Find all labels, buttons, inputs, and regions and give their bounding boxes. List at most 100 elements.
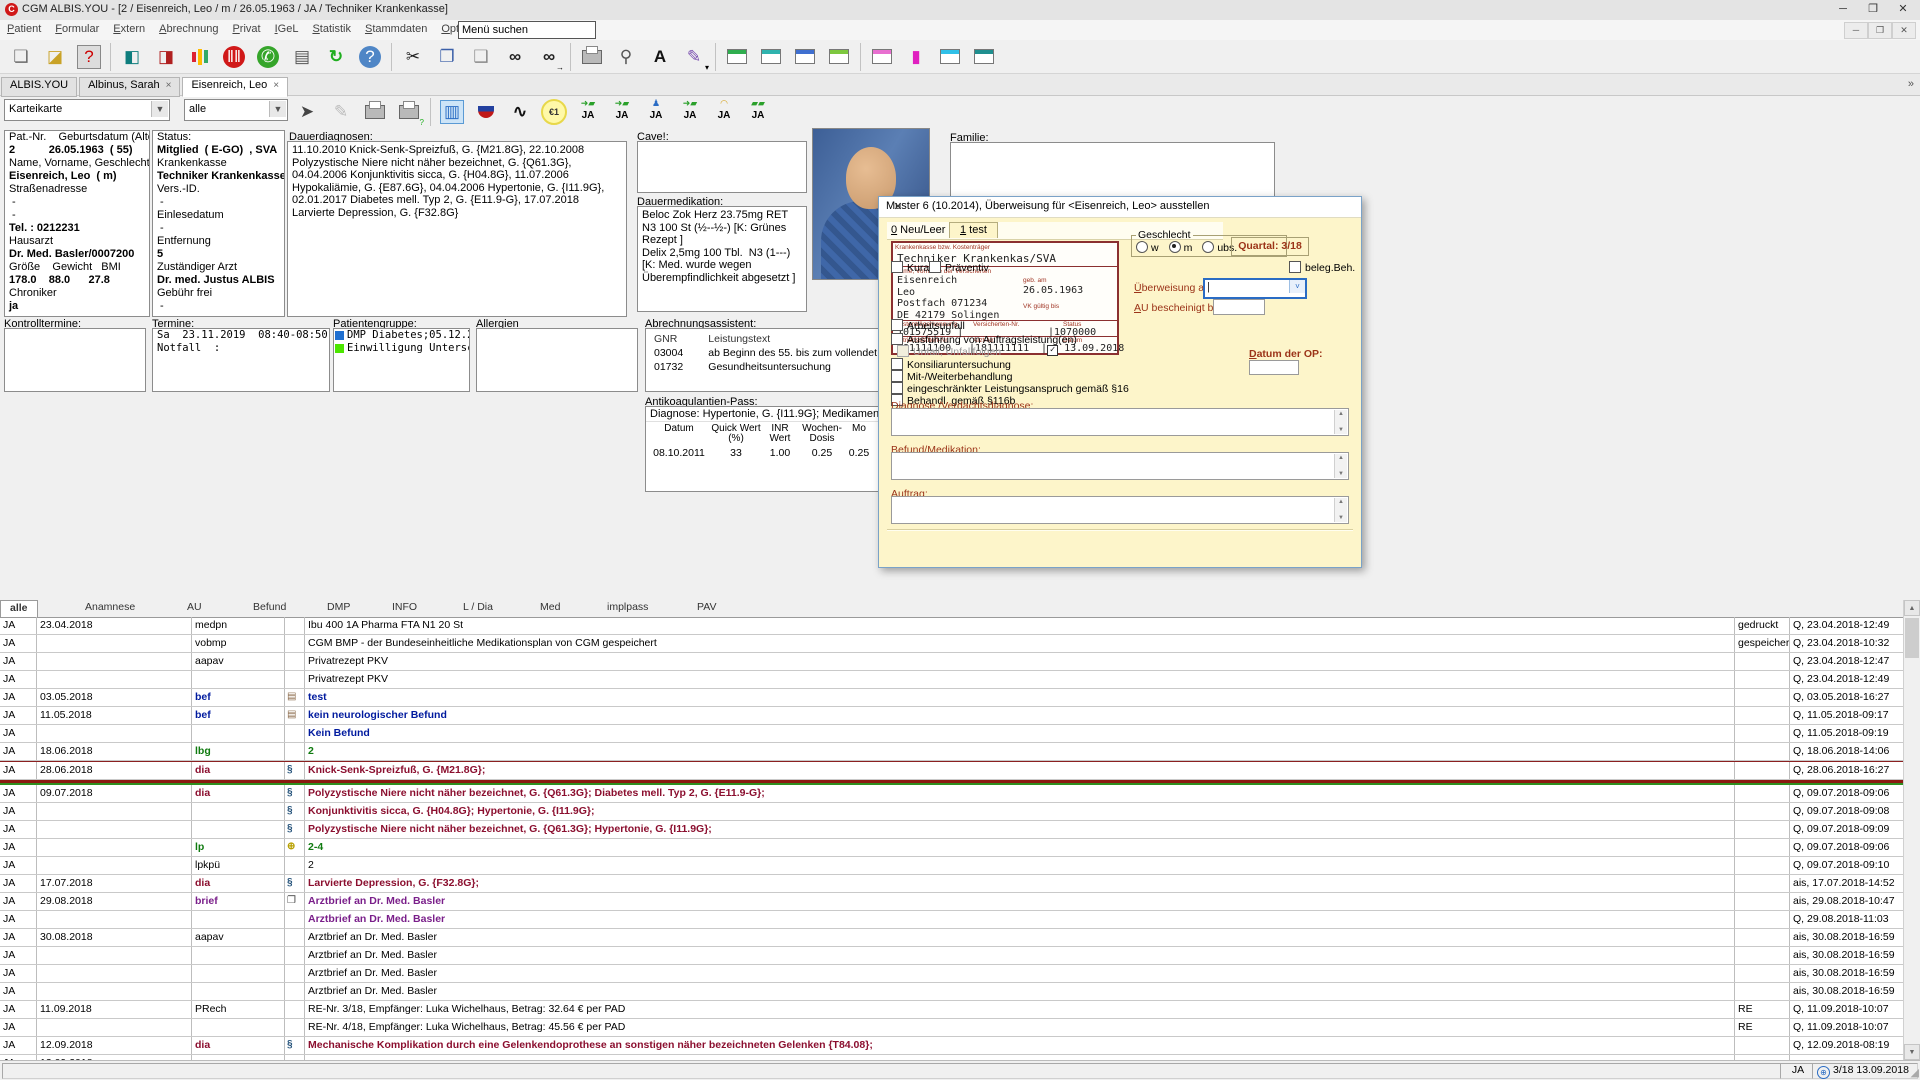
filter-tab-alle[interactable]: alle xyxy=(0,600,38,617)
resize-grip[interactable]: ◢ xyxy=(1911,1066,1919,1079)
menu-item-extern[interactable]: Extern xyxy=(106,20,152,38)
menu-item-privat[interactable]: Privat xyxy=(225,20,267,38)
karteikarte-icon[interactable]: ▥ xyxy=(437,97,467,127)
minimize-button[interactable]: ─ xyxy=(1828,0,1858,19)
find-next-icon[interactable]: ∞→ xyxy=(534,42,564,72)
journal-row[interactable]: JA§Konjunktivitis sicca, G. {H04.8G}; Hy… xyxy=(0,803,1903,821)
patient-tab-1[interactable]: Albinus, Sarah× xyxy=(79,77,180,97)
journal-row[interactable]: JAArztbrief an Dr. Med. Baslerais, 30.08… xyxy=(0,965,1903,983)
table-cyan-icon[interactable] xyxy=(756,42,786,72)
patientengruppe-box[interactable]: DMP Diabetes;05.12.201Einwilligung Unter… xyxy=(333,328,470,392)
datum-op-input[interactable] xyxy=(1249,360,1299,375)
datum-checkbox[interactable]: ✓ xyxy=(1047,345,1058,356)
journal-row[interactable]: JA11.09.2018PRechRE-Nr. 3/18, Empfänger:… xyxy=(0,1001,1903,1019)
menu-item-igel[interactable]: IGeL xyxy=(268,20,306,38)
cut-icon[interactable]: ✂ xyxy=(398,42,428,72)
journal-row[interactable]: JA30.08.2018aapavArztbrief an Dr. Med. B… xyxy=(0,929,1903,947)
dauerdiagnosen-box[interactable]: 11.10.2010 Knick-Senk-Spreizfuß, G. {M21… xyxy=(287,141,627,317)
allergien-box[interactable] xyxy=(476,328,638,392)
table-cyan2-icon[interactable] xyxy=(935,42,965,72)
table-green-icon[interactable] xyxy=(722,42,752,72)
abr-row[interactable]: 01732Gesundheitsuntersuchung xyxy=(646,360,881,374)
patient-book-icon[interactable]: ◧ xyxy=(117,42,147,72)
antiko-row[interactable]: 08.10.2011331.000.250.25 xyxy=(648,447,879,459)
child-minimize-button[interactable]: ─ xyxy=(1844,22,1868,39)
ja-button-2[interactable]: ➜▰JA xyxy=(607,97,637,127)
spinner-icons[interactable]: ▲▼ xyxy=(1334,410,1347,434)
abrechnungsassistent-box[interactable]: GNRLeistungstext03004ab Beginn des 55. b… xyxy=(645,328,882,392)
dialog-tab-neu[interactable]: 0 Neu/Leer xyxy=(891,224,945,236)
cave-box[interactable] xyxy=(637,141,807,193)
scrollbar-thumb[interactable] xyxy=(1905,618,1919,658)
dauermedikation-box[interactable]: Beloc Zok Herz 23.75mg RET N3 100 St (½-… xyxy=(637,206,807,312)
edit-icon[interactable]: ✎ xyxy=(326,97,356,127)
grid-magenta-icon[interactable]: ▮ xyxy=(901,42,931,72)
bar-chart-icon[interactable] xyxy=(185,42,215,72)
medication-book-icon[interactable]: ◨ xyxy=(151,42,181,72)
patient-tab-2[interactable]: Eisenreich, Leo× xyxy=(182,77,288,97)
font-icon[interactable]: A xyxy=(645,42,675,72)
checkbox-eingeschrnkterleistungsanspr[interactable]: eingeschränkter Leistungsanspruch gemäß … xyxy=(891,382,1129,395)
journal-scrollbar[interactable]: ▲ ▼ xyxy=(1903,600,1920,1060)
paste-icon[interactable]: ❑ xyxy=(466,42,496,72)
au-bescheinigt-input[interactable] xyxy=(1213,299,1265,315)
child-close-button[interactable]: ✕ xyxy=(1892,22,1916,39)
ja-button-6[interactable]: ▰▰JA xyxy=(743,97,773,127)
refresh-icon[interactable]: ↻ xyxy=(321,42,351,72)
termin-line[interactable]: Notfall : xyxy=(153,342,329,355)
chevron-down-icon[interactable]: ˅ xyxy=(1289,280,1305,293)
filter-tab-dmp[interactable]: DMP xyxy=(327,601,350,613)
print-icon[interactable] xyxy=(577,42,607,72)
tab-close-icon[interactable]: × xyxy=(166,80,172,91)
table-green2-icon[interactable] xyxy=(824,42,854,72)
checkbox-konsiliaruntersuchung[interactable]: Konsiliaruntersuchung xyxy=(891,358,1011,371)
menu-item-formular[interactable]: Formular xyxy=(48,20,106,38)
journal-row[interactable]: JA11.05.2018bef▤kein neurologischer Befu… xyxy=(0,707,1903,725)
spinner-icons[interactable]: ▲▼ xyxy=(1334,454,1347,478)
card-name-value[interactable]: EisenreichLeoPostfach 071234DE 42179 Sol… xyxy=(897,275,999,321)
clipboard-form-icon[interactable]: ▤ xyxy=(287,42,317,72)
journal-row[interactable]: JAPrivatrezept PKVQ, 23.04.2018-12:49 xyxy=(0,671,1903,689)
new-document-icon[interactable]: ❏ xyxy=(6,42,36,72)
diagnose-textarea[interactable]: ▲▼ xyxy=(891,408,1349,436)
dialog-close-icon[interactable]: ✕ xyxy=(886,200,910,215)
journal-row[interactable]: JAKein BefundQ, 11.05.2018-09:19 xyxy=(0,725,1903,743)
patient-tab-0[interactable]: ALBIS.YOU xyxy=(1,77,77,97)
termin-line[interactable]: Sa 23.11.2019 08:40-08:50 xyxy=(153,329,329,342)
ja-button-5[interactable]: ◠JA xyxy=(709,97,739,127)
journal-row[interactable]: JAArztbrief an Dr. Med. Baslerais, 30.08… xyxy=(0,983,1903,1001)
filter-tab-befund[interactable]: Befund xyxy=(253,601,286,613)
patientengruppe-item[interactable]: DMP Diabetes;05.12.201 xyxy=(334,329,469,342)
auftrag-textarea[interactable]: ▲▼ xyxy=(891,496,1349,524)
ja-button-1[interactable]: ➜▰JA xyxy=(573,97,603,127)
table-blue-icon[interactable] xyxy=(790,42,820,72)
dialog-tab-test[interactable]: 1 test xyxy=(949,222,998,238)
print-form-icon[interactable] xyxy=(360,97,390,127)
filter-tab-implpass[interactable]: implpass xyxy=(607,601,648,613)
journal-row[interactable]: JAArztbrief an Dr. Med. BaslerQ, 29.08.2… xyxy=(0,911,1903,929)
menu-item-patient[interactable]: Patient xyxy=(0,20,48,38)
mobile-green-icon[interactable]: ✆ xyxy=(253,42,283,72)
ja-button-3[interactable]: ♟JA xyxy=(641,97,671,127)
journal-row[interactable]: JA12.09.2018dia§Mechanische Komplikation… xyxy=(0,1037,1903,1055)
ja-button-4[interactable]: ➜▰JA xyxy=(675,97,705,127)
ecg-icon[interactable]: ∿ xyxy=(505,97,535,127)
kontrolltermine-box[interactable] xyxy=(4,328,146,392)
copy-icon[interactable]: ❐ xyxy=(432,42,462,72)
ueberweisung-an-combobox[interactable]: | ˅ xyxy=(1203,278,1307,299)
befund-textarea[interactable]: ▲▼ xyxy=(891,452,1349,480)
mortar-icon[interactable] xyxy=(471,97,501,127)
journal-row[interactable]: JAlpkpü2Q, 09.07.2018-09:10 xyxy=(0,857,1903,875)
termine-box[interactable]: Sa 23.11.2019 08:40-08:50Notfall : xyxy=(152,328,330,392)
menu-search-input[interactable] xyxy=(458,21,596,39)
find-icon[interactable]: ∞ xyxy=(500,42,530,72)
journal-row[interactable]: JAvobmpCGM BMP - der Bundeseinheitliche … xyxy=(0,635,1903,653)
checkbox-prventiv[interactable]: Präventiv xyxy=(929,261,989,274)
antikoagulantien-box[interactable]: Diagnose: Hypertonie, G. {I11.9G}; Medik… xyxy=(645,406,882,492)
journal-row[interactable]: JAaapavPrivatrezept PKVQ, 23.04.2018-12:… xyxy=(0,653,1903,671)
checkbox-belegbeh[interactable]: beleg.Beh. xyxy=(1289,261,1355,274)
close-button[interactable]: ✕ xyxy=(1888,0,1918,19)
patientengruppe-item[interactable]: Einwilligung Unterschr xyxy=(334,342,469,355)
filter-tab-au[interactable]: AU xyxy=(187,601,202,613)
abr-row[interactable]: 03004ab Beginn des 55. bis zum vollendet xyxy=(646,346,881,360)
